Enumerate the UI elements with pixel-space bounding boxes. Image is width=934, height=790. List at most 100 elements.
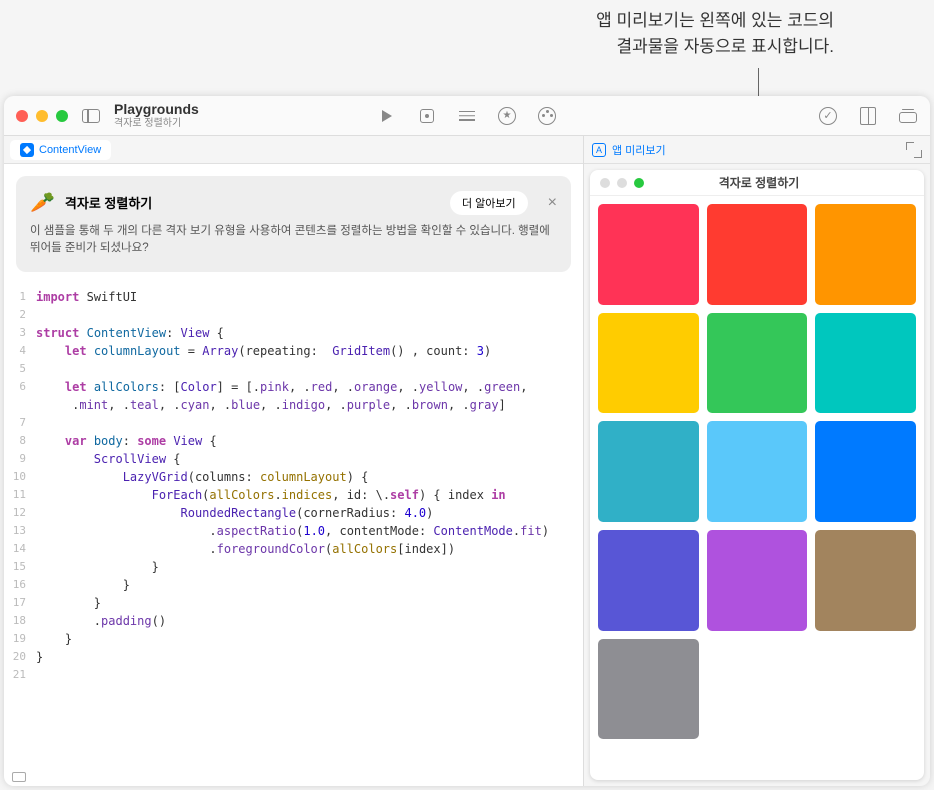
issues-icon[interactable]: ✓ (818, 106, 838, 126)
settings-icon[interactable] (457, 106, 477, 126)
line-number: 7 (4, 414, 36, 432)
code-line[interactable]: 7 (4, 414, 583, 432)
preview-icon: A (592, 143, 606, 157)
code-editor[interactable]: 1import SwiftUI23struct ContentView: Vie… (4, 284, 583, 787)
appearance-icon[interactable] (537, 106, 557, 126)
line-number: 2 (4, 306, 36, 324)
code-line[interactable]: 9 ScrollView { (4, 450, 583, 468)
line-number: 10 (4, 468, 36, 486)
color-tile (707, 530, 808, 631)
preview-titlebar: 격자로 정렬하기 (590, 170, 924, 196)
code-line[interactable]: 4 let columnLayout = Array(repeating: Gr… (4, 342, 583, 360)
line-number: 12 (4, 504, 36, 522)
titlebar: Playgrounds 격자로 정렬하기 ★ ✓ (4, 96, 930, 136)
code-line[interactable]: 19 } (4, 630, 583, 648)
title-block: Playgrounds 격자로 정렬하기 (114, 102, 199, 128)
preview-tab[interactable]: A 앱 미리보기 (592, 142, 666, 158)
code-line[interactable]: 8 var body: some View { (4, 432, 583, 450)
code-content[interactable]: let columnLayout = Array(repeating: Grid… (36, 342, 491, 360)
code-line[interactable]: 20} (4, 648, 583, 666)
code-content[interactable]: LazyVGrid(columns: columnLayout) { (36, 468, 368, 486)
color-tile (815, 204, 916, 305)
learn-more-button[interactable]: 더 알아보기 (450, 191, 528, 215)
swift-icon (20, 143, 34, 157)
code-line[interactable]: 14 .foregroundColor(allColors[index]) (4, 540, 583, 558)
code-content[interactable]: ForEach(allColors.indices, id: \.self) {… (36, 486, 506, 504)
carrot-icon: 🥕 (30, 190, 55, 215)
close-icon[interactable]: × (548, 194, 557, 212)
preview-zoom-button[interactable] (634, 178, 644, 188)
window-subtitle: 격자로 정렬하기 (114, 118, 199, 129)
code-content[interactable]: struct ContentView: View { (36, 324, 224, 342)
code-content[interactable]: } (36, 594, 101, 612)
code-line[interactable]: 6 let allColors: [Color] = [.pink, .red,… (4, 378, 583, 396)
color-tile (815, 421, 916, 522)
code-content[interactable]: import SwiftUI (36, 288, 137, 306)
library-icon[interactable] (858, 106, 878, 126)
xcode-window: Playgrounds 격자로 정렬하기 ★ ✓ ContentView (4, 96, 930, 786)
code-content[interactable]: ScrollView { (36, 450, 181, 468)
preview-close-button[interactable] (600, 178, 610, 188)
preview-window: 격자로 정렬하기 (590, 170, 924, 780)
code-content[interactable]: var body: some View { (36, 432, 217, 450)
code-content[interactable]: } (36, 648, 43, 666)
code-content[interactable]: .padding() (36, 612, 166, 630)
documents-icon[interactable] (898, 106, 918, 126)
code-line[interactable]: 13 .aspectRatio(1.0, contentMode: Conten… (4, 522, 583, 540)
zoom-button[interactable] (56, 110, 68, 122)
info-description: 이 샘플을 통해 두 개의 다른 격자 보기 유형을 사용하여 콘텐츠를 정렬하… (30, 223, 557, 258)
color-tile (707, 204, 808, 305)
stop-button[interactable] (417, 106, 437, 126)
code-line[interactable]: 2 (4, 306, 583, 324)
line-number: 20 (4, 648, 36, 666)
line-number: 4 (4, 342, 36, 360)
line-number: 15 (4, 558, 36, 576)
code-content[interactable]: } (36, 576, 130, 594)
preview-window-title: 격자로 정렬하기 (644, 174, 874, 191)
window-title: Playgrounds (114, 102, 199, 117)
capabilities-icon[interactable]: ★ (497, 106, 517, 126)
code-line[interactable]: 17 } (4, 594, 583, 612)
tab-label: ContentView (39, 144, 101, 156)
color-tile (598, 204, 699, 305)
code-content[interactable]: .foregroundColor(allColors[index]) (36, 540, 455, 558)
preview-tab-label: 앱 미리보기 (612, 142, 666, 158)
code-content[interactable]: } (36, 630, 72, 648)
line-number: 6 (4, 378, 36, 396)
code-content[interactable]: .mint, .teal, .cyan, .blue, .indigo, .pu… (36, 396, 506, 414)
code-line[interactable]: 1import SwiftUI (4, 288, 583, 306)
run-button[interactable] (377, 106, 397, 126)
tab-contentview[interactable]: ContentView (10, 140, 111, 160)
color-tile (707, 421, 808, 522)
expand-icon[interactable] (906, 142, 922, 158)
code-line[interactable]: 16 } (4, 576, 583, 594)
preview-content[interactable] (590, 196, 924, 780)
code-content[interactable]: RoundedRectangle(cornerRadius: 4.0) (36, 504, 433, 522)
code-line[interactable]: 18 .padding() (4, 612, 583, 630)
code-line[interactable]: 15 } (4, 558, 583, 576)
color-tile (598, 313, 699, 414)
code-line[interactable]: 11 ForEach(allColors.indices, id: \.self… (4, 486, 583, 504)
line-number: 8 (4, 432, 36, 450)
preview-minimize-button[interactable] (617, 178, 627, 188)
code-content[interactable]: .aspectRatio(1.0, contentMode: ContentMo… (36, 522, 549, 540)
line-number: 18 (4, 612, 36, 630)
code-line[interactable]: .mint, .teal, .cyan, .blue, .indigo, .pu… (4, 396, 583, 414)
close-button[interactable] (16, 110, 28, 122)
code-line[interactable]: 12 RoundedRectangle(cornerRadius: 4.0) (4, 504, 583, 522)
color-tile (598, 421, 699, 522)
code-line[interactable]: 5 (4, 360, 583, 378)
line-number: 3 (4, 324, 36, 342)
code-content[interactable]: let allColors: [Color] = [.pink, .red, .… (36, 378, 527, 396)
code-line[interactable]: 10 LazyVGrid(columns: columnLayout) { (4, 468, 583, 486)
color-tile (815, 313, 916, 414)
minimize-button[interactable] (36, 110, 48, 122)
sidebar-toggle-icon[interactable] (82, 109, 100, 123)
color-tile (707, 313, 808, 414)
code-line[interactable]: 3struct ContentView: View { (4, 324, 583, 342)
code-line[interactable]: 21 (4, 666, 583, 684)
line-number: 1 (4, 288, 36, 306)
code-content[interactable]: } (36, 558, 159, 576)
line-number (4, 396, 36, 414)
color-tile (598, 639, 699, 740)
